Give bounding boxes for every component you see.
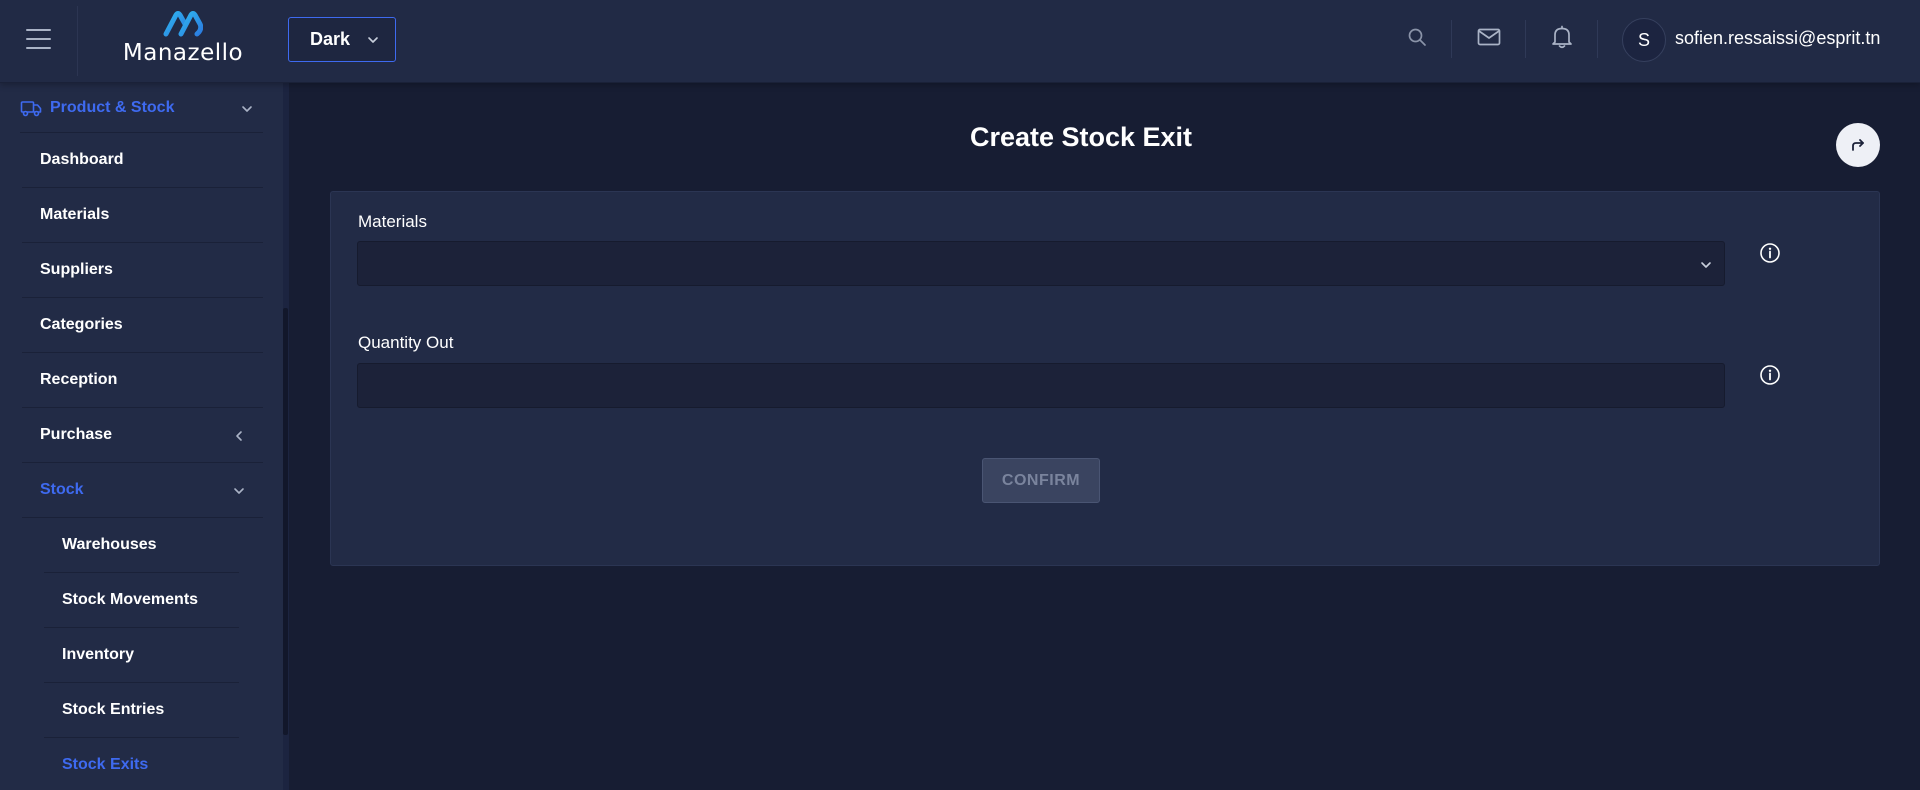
- top-bar: Manazello Dark S sofien.ressaissi@esprit…: [0, 0, 1920, 83]
- sidebar-item-materials[interactable]: Materials: [22, 188, 263, 243]
- logo-mark-icon: [163, 11, 203, 37]
- sidebar-item-label: Warehouses: [62, 536, 157, 553]
- truck-icon: [20, 100, 42, 116]
- chevron-down-icon: [234, 488, 244, 494]
- search-icon[interactable]: [1404, 24, 1430, 50]
- user-email[interactable]: sofien.ressaissi@esprit.tn: [1675, 28, 1880, 49]
- sidebar-item-label: Materials: [40, 206, 110, 223]
- chevron-left-icon: [236, 431, 242, 441]
- avatar[interactable]: S: [1622, 18, 1666, 62]
- menu-icon[interactable]: [26, 29, 51, 49]
- sidebar-item-label: Purchase: [40, 426, 113, 443]
- stock-exit-form-card: Materials Quantity Out CONFIRM: [330, 191, 1880, 566]
- theme-select-value: Dark: [310, 29, 351, 49]
- sidebar-subitem-stock-exits[interactable]: Stock Exits: [44, 738, 239, 790]
- sidebar: Product & Stock Dashboard Materials Supp…: [0, 83, 283, 790]
- theme-select[interactable]: Dark: [288, 17, 396, 62]
- sidebar-item-purchase[interactable]: Purchase: [22, 408, 263, 463]
- info-icon[interactable]: [1759, 364, 1781, 386]
- sidebar-subitem-warehouses[interactable]: Warehouses: [44, 518, 239, 573]
- page-title: Create Stock Exit: [969, 122, 1193, 152]
- divider: [77, 6, 78, 76]
- materials-select[interactable]: [357, 241, 1725, 286]
- chevron-down-icon: [242, 106, 252, 112]
- sidebar-subitem-stock-entries[interactable]: Stock Entries: [44, 683, 239, 738]
- app-logo[interactable]: Manazello: [118, 10, 248, 70]
- sidebar-subitem-inventory[interactable]: Inventory: [44, 628, 239, 683]
- chevron-down-icon: [368, 37, 378, 43]
- divider: [1597, 20, 1598, 58]
- quantity-out-label: Quantity Out: [358, 333, 454, 352]
- sidebar-item-categories[interactable]: Categories: [22, 298, 263, 353]
- sidebar-item-label: Stock Exits: [62, 756, 149, 773]
- sidebar-group-product-stock[interactable]: Product & Stock: [20, 83, 263, 133]
- sidebar-subitem-stock-movements[interactable]: Stock Movements: [44, 573, 239, 628]
- sidebar-item-label: Reception: [40, 371, 118, 388]
- confirm-button[interactable]: CONFIRM: [982, 458, 1100, 503]
- quantity-out-input[interactable]: [357, 363, 1725, 408]
- sidebar-item-reception[interactable]: Reception: [22, 353, 263, 408]
- redo-arrow-icon: [1852, 139, 1864, 151]
- sidebar-item-label: Suppliers: [40, 261, 113, 278]
- sidebar-group-label: Product & Stock: [50, 98, 175, 116]
- sidebar-item-dashboard[interactable]: Dashboard: [22, 133, 263, 188]
- back-button[interactable]: [1836, 123, 1880, 167]
- materials-label: Materials: [358, 212, 427, 231]
- sidebar-item-label: Dashboard: [40, 151, 124, 168]
- sidebar-item-label: Categories: [40, 316, 123, 333]
- divider: [1525, 20, 1526, 58]
- sidebar-scrollbar-thumb[interactable]: [283, 308, 288, 735]
- sidebar-item-label: Inventory: [62, 646, 135, 663]
- sidebar-item-label: Stock Entries: [62, 701, 165, 718]
- mail-icon[interactable]: [1476, 24, 1502, 50]
- divider: [1451, 20, 1452, 58]
- info-icon[interactable]: [1759, 242, 1781, 264]
- logo-text: Manazello: [122, 40, 244, 66]
- sidebar-item-label: Stock: [40, 481, 84, 498]
- sidebar-item-label: Stock Movements: [62, 591, 199, 608]
- sidebar-item-stock[interactable]: Stock: [22, 463, 263, 518]
- bell-icon[interactable]: [1549, 24, 1575, 50]
- sidebar-item-suppliers[interactable]: Suppliers: [22, 243, 263, 298]
- chevron-down-icon: [1701, 262, 1711, 268]
